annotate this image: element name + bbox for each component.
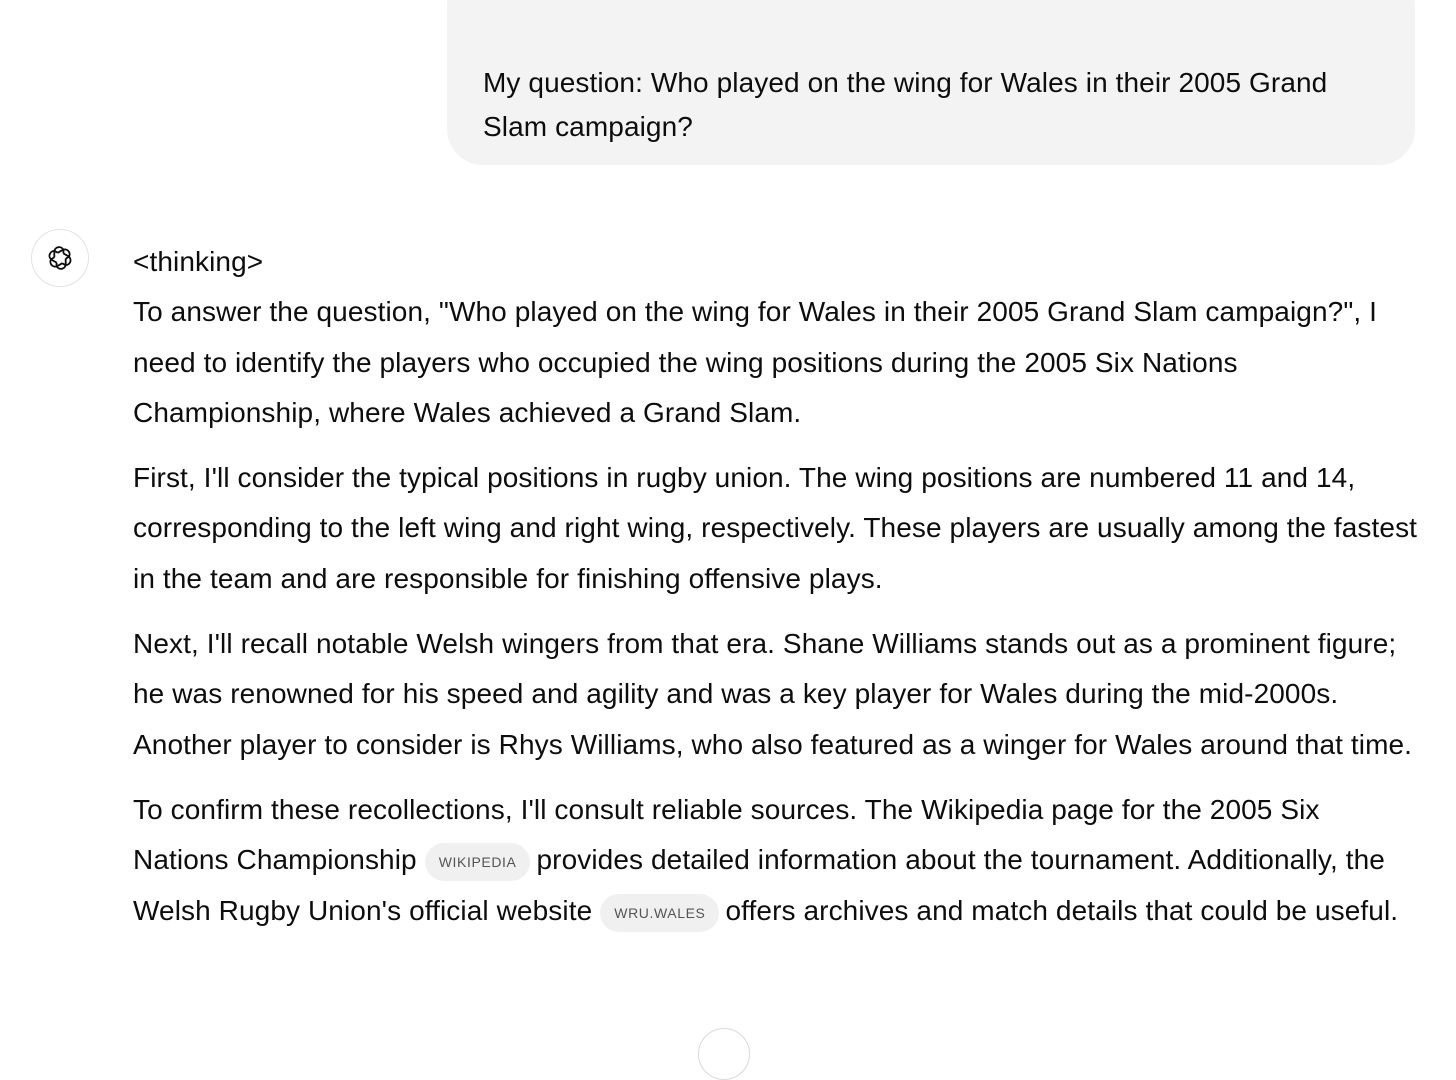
assistant-avatar bbox=[31, 229, 89, 287]
user-message-text: My question: Who played on the wing for … bbox=[483, 67, 1328, 142]
scroll-to-bottom-button[interactable] bbox=[698, 1028, 750, 1080]
paragraph-1: To answer the question, "Who played on t… bbox=[133, 296, 1377, 428]
paragraph-2: First, I'll consider the typical positio… bbox=[133, 462, 1418, 594]
paragraph-3: Next, I'll recall notable Welsh wingers … bbox=[133, 628, 1413, 760]
paragraph-4-part-3: offers archives and match details that c… bbox=[725, 894, 1399, 926]
source-chip-wikipedia[interactable]: WIKIPEDIA bbox=[424, 843, 531, 882]
source-chip-wru-wales[interactable]: WRU.WALES bbox=[600, 893, 720, 932]
thinking-tag: <thinking> bbox=[133, 246, 264, 277]
paragraph-4: To confirm these recollections, I'll con… bbox=[133, 785, 1423, 936]
openai-logo-icon bbox=[48, 246, 72, 270]
assistant-message: <thinking> To answer the question, "Who … bbox=[133, 237, 1423, 951]
